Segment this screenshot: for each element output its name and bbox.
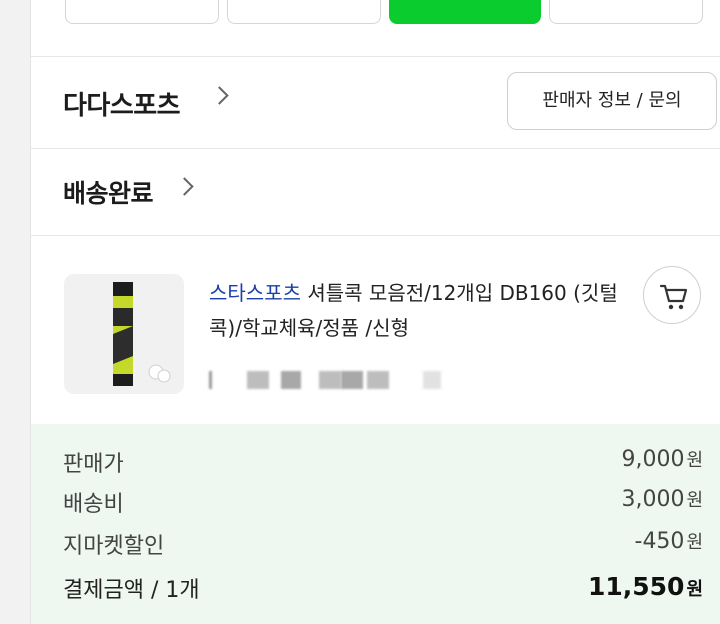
price-row-discount: 지마켓할인 -450 원 bbox=[63, 528, 703, 564]
price-label: 결제금액 / 1개 bbox=[63, 578, 200, 603]
price-label: 배송비 bbox=[63, 492, 124, 517]
chevron-right-icon bbox=[210, 86, 229, 105]
order-item[interactable]: 스타스포츠 셔틀콕 모음전/12개입 DB160 (깃털콕)/학교체육/정품 /… bbox=[31, 236, 720, 424]
price-summary: 판매가 9,000 원 배송비 3,000 원 지마켓할인 -450 원 결제금액 /… bbox=[31, 424, 720, 624]
seller-row[interactable]: 다다스포츠 판매자 정보 / 문의 bbox=[31, 57, 720, 149]
shuttlecock-tube-image bbox=[113, 282, 171, 386]
product-title[interactable]: 스타스포츠 셔틀콕 모음전/12개입 DB160 (깃털콕)/학교체육/정품 /… bbox=[209, 276, 629, 346]
action-button-4[interactable] bbox=[549, 0, 703, 24]
price-label: 지마켓할인 bbox=[63, 534, 165, 559]
delivery-status-row[interactable]: 배송완료 bbox=[31, 149, 720, 236]
price-row-sale: 판매가 9,000 원 bbox=[63, 446, 703, 482]
price-value: 3,000 원 bbox=[621, 487, 703, 512]
chevron-right-icon bbox=[175, 177, 194, 196]
price-label: 판매가 bbox=[63, 452, 124, 477]
price-row-total: 결제금액 / 1개 11,550 원 bbox=[63, 572, 703, 608]
price-value: -450 원 bbox=[634, 529, 704, 554]
price-row-shipping: 배송비 3,000 원 bbox=[63, 486, 703, 522]
product-thumbnail[interactable] bbox=[64, 274, 184, 394]
seller-name[interactable]: 다다스포츠 bbox=[63, 85, 181, 122]
delivery-status[interactable]: 배송완료 bbox=[63, 174, 154, 210]
add-to-cart-button[interactable] bbox=[643, 266, 701, 324]
action-button-2[interactable] bbox=[227, 0, 381, 24]
action-button-active[interactable] bbox=[389, 0, 541, 24]
order-detail-panel: 다다스포츠 판매자 정보 / 문의 배송완료 스타스포츠 셔틀콕 모음전/12개… bbox=[30, 0, 720, 624]
product-brand[interactable]: 스타스포츠 bbox=[209, 281, 301, 305]
seller-info-button[interactable]: 판매자 정보 / 문의 bbox=[507, 72, 717, 130]
price-total-value: 11,550 원 bbox=[587, 572, 703, 601]
cart-icon bbox=[659, 284, 688, 310]
top-action-buttons bbox=[31, 0, 720, 57]
action-button-1[interactable] bbox=[65, 0, 219, 24]
price-value: 9,000 원 bbox=[621, 447, 703, 472]
